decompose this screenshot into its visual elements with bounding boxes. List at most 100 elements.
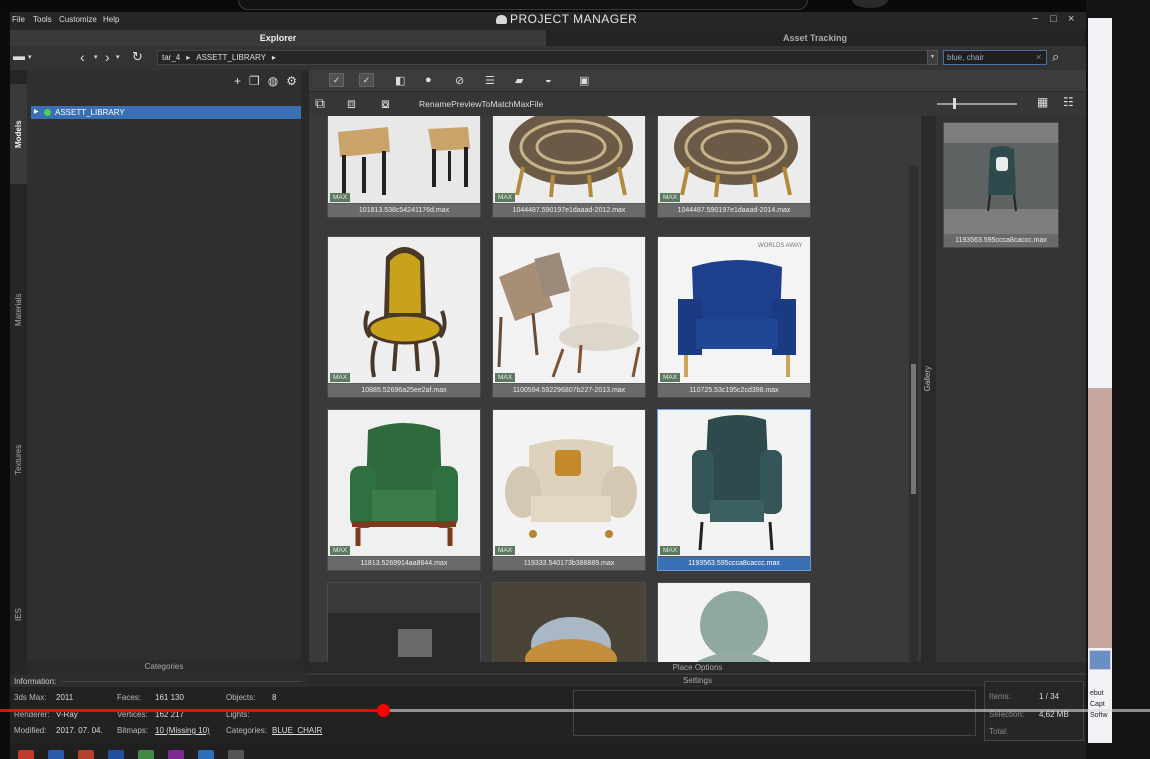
video-progress-bar[interactable]: [0, 704, 1150, 717]
check-list-button[interactable]: ✓: [359, 73, 374, 87]
thumbnail-size-slider-knob[interactable]: [953, 98, 956, 109]
maximize-button[interactable]: □: [1050, 13, 1057, 25]
refresh-icon[interactable]: ↻: [132, 49, 143, 65]
main-tabs: Explorer Asset Tracking: [10, 30, 1086, 46]
thumbnail-item[interactable]: [327, 582, 481, 662]
window-icon[interactable]: ▣: [579, 74, 589, 87]
menu-customize[interactable]: Customize: [59, 15, 97, 24]
thumbnail-item[interactable]: MAX 1044487.590197e1daaad-2014.max: [657, 116, 811, 218]
thumbnail-item[interactable]: [657, 582, 811, 662]
taskbar-app-icon[interactable]: [18, 750, 34, 759]
tab-materials[interactable]: Materials: [10, 270, 27, 350]
search-input[interactable]: blue, chair ✕: [943, 50, 1047, 65]
max-badge: MAX: [495, 373, 516, 382]
gallery-label: Gallery: [923, 366, 932, 392]
sort-icon[interactable]: ☷: [1063, 95, 1074, 109]
breadcrumb-root[interactable]: tar_4: [162, 53, 180, 62]
tab-asset-tracking[interactable]: Asset Tracking: [546, 30, 1084, 46]
taskbar-app-icon[interactable]: [78, 750, 94, 759]
breadcrumb-separator-icon: ▸: [186, 53, 191, 62]
check-view-button[interactable]: ✓: [329, 73, 344, 87]
add-icon[interactable]: +: [234, 74, 241, 88]
rename-preview-button[interactable]: RenamePreviewToMatchMaxFile: [419, 99, 543, 109]
gallery-thumbnail[interactable]: 1193563.595ccca8caccc.max: [943, 122, 1059, 248]
grid-view-icon[interactable]: ▦: [1037, 95, 1048, 109]
layers-icon[interactable]: ◧: [395, 74, 405, 87]
thumbnail-item[interactable]: MAX 10885.52696a25ee2af.max: [327, 236, 481, 398]
thumbnail-scrollbar-thumb[interactable]: [911, 364, 916, 494]
faces-value: 161 130: [155, 693, 184, 702]
information-header: Information:: [14, 677, 57, 686]
merge-model-icon[interactable]: ⧈: [347, 95, 356, 112]
categories-footer[interactable]: Categories: [27, 660, 301, 673]
hide-eye-icon[interactable]: ⊘: [455, 74, 464, 87]
xref-model-icon[interactable]: ⧇: [381, 95, 390, 112]
minimize-button[interactable]: −: [1032, 13, 1038, 25]
back-dropdown-icon[interactable]: ▾: [94, 53, 98, 61]
back-arrow-icon[interactable]: ‹: [80, 49, 85, 65]
thumbnail-size-slider[interactable]: [937, 103, 1017, 105]
tree-toolbar: + ❐ ◍ ⚙: [226, 74, 297, 88]
panel-splitter[interactable]: [301, 70, 309, 673]
thumbnail-item[interactable]: [492, 582, 646, 662]
breadcrumb-dropdown-button[interactable]: ▾: [927, 50, 938, 65]
render-icon[interactable]: ◒: [545, 74, 552, 86]
tab-explorer[interactable]: Explorer: [10, 30, 546, 46]
taskbar-app-icon[interactable]: [228, 750, 244, 759]
thumbnail-item[interactable]: MAX 101813.538c54241176d.max: [327, 116, 481, 218]
import-model-icon[interactable]: ⧉: [315, 95, 325, 112]
categories-value-link[interactable]: BLUE_CHAIR: [272, 726, 322, 735]
gallery-panel: 1193563.595ccca8caccc.max: [936, 116, 1086, 662]
tab-textures[interactable]: Textures: [10, 430, 27, 490]
menu-help[interactable]: Help: [103, 15, 119, 24]
clear-search-icon[interactable]: ✕: [1035, 51, 1042, 64]
folder-icon[interactable]: ▬: [13, 49, 25, 63]
taskbar-app-icon[interactable]: [198, 750, 214, 759]
search-icon[interactable]: ⌕: [1052, 49, 1059, 65]
breadcrumb-folder[interactable]: ASSETT_LIBRARY: [196, 53, 266, 62]
tree-item-assett-library[interactable]: ▶ ASSETT_LIBRARY: [31, 106, 301, 119]
objects-label: Objects:: [226, 693, 256, 702]
taskbar-app-icon[interactable]: [138, 750, 154, 759]
max-badge: MAX: [495, 546, 516, 555]
info-preview-box: [573, 690, 976, 736]
place-options-bar[interactable]: Place Options: [309, 662, 1086, 673]
bitmaps-value-link[interactable]: 10 (Missing 10): [155, 726, 210, 735]
close-button[interactable]: ×: [1068, 13, 1074, 25]
thumbnail-scrollbar[interactable]: [909, 166, 918, 662]
settings-gear-icon[interactable]: ⚙: [286, 74, 297, 88]
forward-arrow-icon[interactable]: ›: [105, 49, 110, 65]
app-logo-icon: [496, 15, 507, 24]
menu-file[interactable]: File: [12, 15, 25, 24]
thumbnail-item[interactable]: MAX 1100594.592296807b227-2013.max: [492, 236, 646, 398]
tab-models[interactable]: Models: [10, 84, 27, 184]
thumbnail-image: [328, 116, 480, 203]
folder-dropdown-icon[interactable]: ▾: [28, 53, 32, 61]
menu-tools[interactable]: Tools: [33, 15, 52, 24]
tab-ies[interactable]: IES: [10, 595, 27, 635]
new-window-icon[interactable]: ❐: [249, 74, 260, 88]
video-scrubber-knob[interactable]: [377, 704, 390, 717]
list-icon[interactable]: ☰: [485, 74, 495, 87]
thumbnail-caption: 101813.538c54241176d.max: [328, 204, 480, 217]
thumbnail-item[interactable]: WORLDS AWAY MAX 110725.53c195c2cd398.max: [657, 236, 811, 398]
sphere-icon[interactable]: ●: [425, 74, 432, 86]
taskbar-app-icon[interactable]: [108, 750, 124, 759]
forward-dropdown-icon[interactable]: ▾: [116, 53, 120, 61]
thumbnail-item[interactable]: MAX 119333.540173b388889.max: [492, 409, 646, 571]
taskbar-app-icon[interactable]: [168, 750, 184, 759]
thumbnail-item[interactable]: MAX 1044487.590197e1daaad-2012.max: [492, 116, 646, 218]
taskbar-app-icon[interactable]: [48, 750, 64, 759]
desktop-shortcut-icon[interactable]: [1089, 650, 1111, 670]
globe-icon[interactable]: ◍: [268, 74, 278, 88]
thumbnail-item[interactable]: MAX 11813.5269914aa8644.max: [327, 409, 481, 571]
gallery-strip[interactable]: Gallery: [921, 116, 936, 662]
settings-bar[interactable]: Settings: [309, 675, 1086, 687]
expand-arrow-icon[interactable]: ▶: [34, 106, 39, 119]
thumbnail-image: [328, 237, 480, 383]
tag-icon[interactable]: ▰: [515, 74, 523, 87]
thumbnail-item-selected[interactable]: MAX 1193563.595ccca8caccc.max: [657, 409, 811, 571]
search-value: blue, chair: [947, 53, 984, 62]
breadcrumb[interactable]: tar_4 ▸ ASSETT_LIBRARY ▸: [157, 50, 937, 65]
breadcrumb-next-icon[interactable]: ▸: [272, 53, 276, 62]
